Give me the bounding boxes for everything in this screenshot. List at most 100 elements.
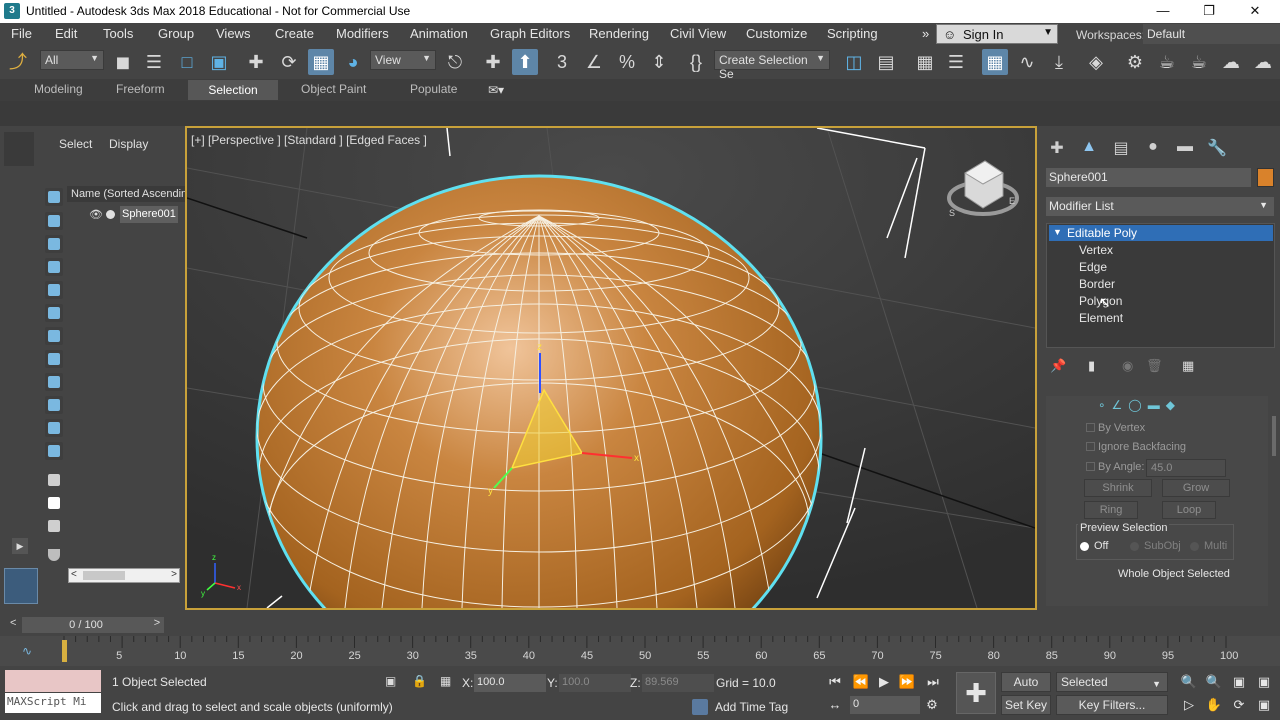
select-move-icon[interactable]: ✚	[243, 49, 269, 75]
select-manipulate-icon[interactable]: ✚	[480, 49, 506, 75]
field-of-view-icon[interactable]: ▷	[1179, 695, 1199, 715]
pivot-center-icon[interactable]: ⎋	[442, 49, 468, 75]
viewport-label-menu[interactable]: [+] [Perspective ] [Standard ] [Edged Fa…	[191, 133, 427, 147]
orbit-icon[interactable]: ⟳	[1229, 695, 1249, 715]
object-name-field[interactable]: Sphere001	[1046, 168, 1251, 187]
visibility-eye-icon[interactable]: 👁	[89, 208, 103, 221]
ring-button[interactable]: Ring	[1084, 501, 1138, 519]
material-editor-icon[interactable]: ◈	[1083, 49, 1109, 75]
freeze-dot-icon[interactable]	[106, 210, 115, 219]
by-vertex-checkbox[interactable]	[1086, 423, 1095, 432]
zoom-icon[interactable]: 🔍	[1179, 672, 1199, 692]
list-item[interactable]: Sphere001	[120, 206, 178, 223]
scrollbar-thumb[interactable]	[83, 571, 125, 580]
rendered-frame-window-icon[interactable]: ☕	[1154, 49, 1180, 75]
scroll-left-icon[interactable]: <	[71, 569, 77, 580]
hierarchy-tab-icon[interactable]: ▤	[1110, 138, 1132, 158]
key-filter-dropdown[interactable]: Selected ▼	[1056, 672, 1168, 692]
tab-selection[interactable]: Selection	[188, 80, 278, 100]
ribbon-toggle-icon[interactable]: ▦	[982, 49, 1008, 75]
menu-overflow-icon[interactable]: »	[922, 26, 929, 41]
layer-explorer-icon[interactable]: ☰	[943, 49, 969, 75]
time-prev-button[interactable]: <	[10, 617, 16, 629]
maxscript-listener-field[interactable]	[5, 670, 101, 692]
maxscript-mini-listener[interactable]: MAXScript Mi	[5, 693, 101, 713]
create-tab-icon[interactable]: ✚	[1046, 138, 1068, 158]
tab-display[interactable]: Display	[109, 137, 148, 151]
time-slider[interactable]: < 0 / 100 >	[0, 615, 1280, 635]
keyboard-shortcut-override-icon[interactable]: ⬆	[512, 49, 538, 75]
mini-curve-editor-icon[interactable]: ∿	[22, 644, 32, 658]
shrink-button[interactable]: Shrink	[1084, 479, 1152, 497]
remove-modifier-icon[interactable]: 🗑	[1146, 358, 1163, 374]
render-cloud-icon[interactable]: ☁	[1218, 49, 1244, 75]
expand-arrow-icon[interactable]: ▶	[12, 538, 28, 554]
menu-graph-editors[interactable]: Graph Editors	[490, 26, 570, 41]
a360-gallery-icon[interactable]: ☁	[1250, 49, 1276, 75]
panel-scrollbar[interactable]	[1272, 416, 1276, 456]
key-filters-button[interactable]: Key Filters...	[1056, 695, 1168, 715]
stack-sub-border[interactable]: Border	[1079, 277, 1115, 291]
time-slider-thumb[interactable]: 0 / 100	[22, 617, 150, 633]
play-icon[interactable]: ▶	[874, 672, 894, 692]
mirror-icon[interactable]: ◫	[841, 49, 867, 75]
selection-lock-icon[interactable]: 🔒	[412, 674, 427, 688]
viewport-layout-tab[interactable]	[4, 568, 38, 604]
angle-snap-icon[interactable]: ∠	[581, 49, 607, 75]
filter-funnel-icon[interactable]	[45, 546, 63, 564]
menu-file[interactable]: File	[11, 26, 32, 41]
menu-scripting[interactable]: Scripting	[827, 26, 878, 41]
minimize-button[interactable]: —	[1140, 0, 1186, 23]
reference-coord-dropdown[interactable]: View ▼	[370, 50, 436, 70]
modifier-list-dropdown[interactable]: Modifier List ▼	[1046, 197, 1274, 216]
scroll-right-icon[interactable]: >	[171, 569, 177, 580]
current-frame-field[interactable]: 0	[850, 696, 920, 714]
display-cameras-icon[interactable]	[45, 258, 63, 276]
by-angle-spinner[interactable]: 45.0	[1146, 459, 1226, 477]
display-all-icon[interactable]	[45, 471, 63, 489]
stack-item-editable-poly[interactable]: Editable Poly	[1049, 225, 1273, 241]
pan-view-icon[interactable]: ✋	[1204, 695, 1224, 715]
window-crossing-icon[interactable]: ▣	[206, 49, 232, 75]
display-particles-icon[interactable]	[45, 419, 63, 437]
preview-subobj-radio[interactable]	[1130, 542, 1139, 551]
workspaces-dropdown[interactable]: Default	[1143, 24, 1280, 44]
time-tag-icon[interactable]	[692, 699, 708, 715]
ignore-backfacing-checkbox[interactable]	[1086, 442, 1095, 451]
display-lights-icon[interactable]	[45, 235, 63, 253]
object-color-swatch[interactable]	[1257, 168, 1274, 187]
menu-rendering[interactable]: Rendering	[589, 26, 649, 41]
rect-selection-region-icon[interactable]: □	[174, 49, 200, 75]
x-coordinate-field[interactable]: 100.0	[474, 674, 546, 692]
spinner-snap-icon[interactable]: ⇕	[646, 49, 672, 75]
tab-select[interactable]: Select	[59, 137, 92, 151]
maximize-viewport-icon[interactable]: ▣	[1254, 695, 1274, 715]
selection-filter-dropdown[interactable]: All ▼	[40, 50, 104, 70]
name-column-header[interactable]: Name (Sorted Ascending)	[67, 186, 185, 202]
pin-stack-icon[interactable]: 📌	[1050, 358, 1066, 374]
tab-modeling[interactable]: Modeling	[34, 82, 83, 96]
display-frozen-icon[interactable]	[45, 442, 63, 460]
menu-modifiers[interactable]: Modifiers	[336, 26, 389, 41]
horizontal-scrollbar[interactable]: < >	[68, 568, 180, 583]
set-keys-icon[interactable]: ✚	[956, 672, 996, 714]
stack-sub-vertex[interactable]: Vertex	[1079, 243, 1113, 257]
utilities-tab-icon[interactable]: 🔧	[1206, 138, 1228, 158]
schematic-view-icon[interactable]: ⤓	[1046, 49, 1072, 75]
next-frame-icon[interactable]: ⏩	[897, 672, 917, 692]
modify-tab-icon[interactable]: ▲	[1078, 138, 1100, 158]
display-invert-icon[interactable]	[45, 517, 63, 535]
stack-sub-element[interactable]: Element	[1079, 311, 1123, 325]
previous-frame-icon[interactable]: ⏪	[851, 672, 871, 692]
key-mode-toggle-icon[interactable]: ↔	[825, 695, 845, 715]
restore-button[interactable]: ❐	[1186, 0, 1232, 23]
snaps-toggle-button[interactable]: 3	[549, 49, 575, 75]
isolate-selection-icon[interactable]: ▣	[385, 674, 396, 688]
curve-editor-icon[interactable]: ∿	[1014, 49, 1040, 75]
display-bones-icon[interactable]	[45, 373, 63, 391]
select-object-icon[interactable]: ◼	[110, 49, 136, 75]
absolute-mode-icon[interactable]: ▦	[440, 674, 451, 688]
collapse-triangle-icon[interactable]: ▼	[1053, 227, 1062, 237]
tab-freeform[interactable]: Freeform	[116, 82, 165, 96]
by-angle-checkbox[interactable]	[1086, 462, 1095, 471]
